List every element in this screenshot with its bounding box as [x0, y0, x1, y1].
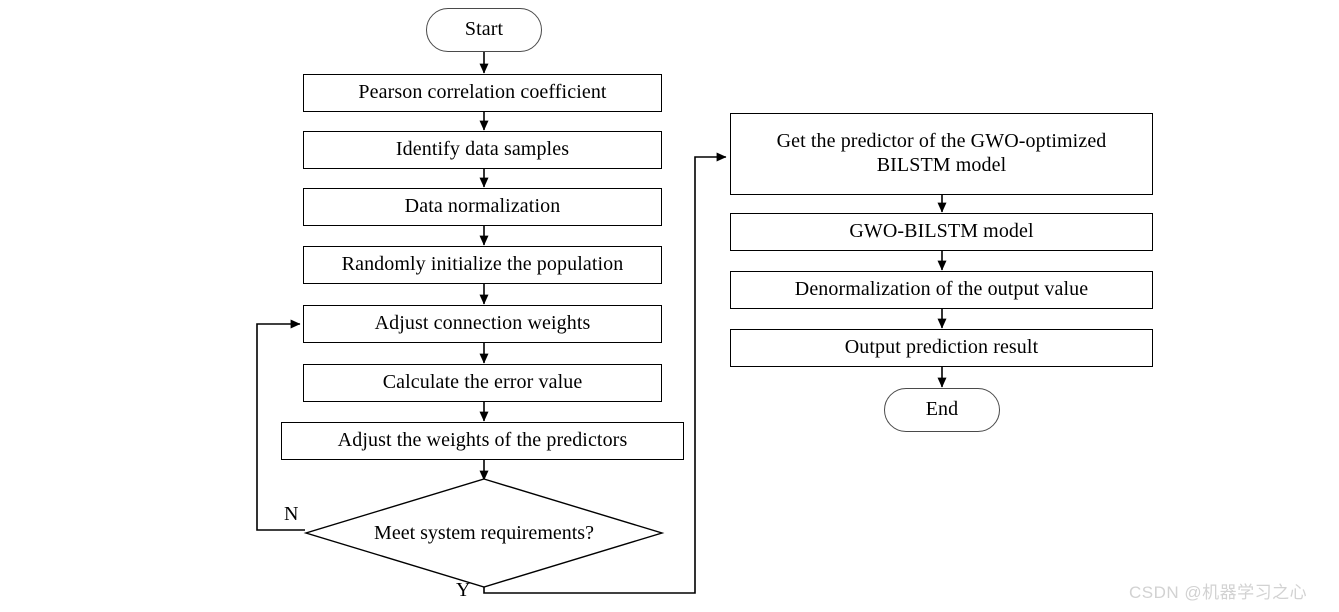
edge-label-yes: Y	[456, 580, 470, 600]
node-randomly-initialize-population[interactable]: Randomly initialize the population	[303, 246, 662, 284]
node-start-label: Start	[464, 18, 504, 41]
node-get-predictor-gwo-optimized-bilstm[interactable]: Get the predictor of the GWO-optimized B…	[730, 113, 1153, 195]
node-calculate-error-value[interactable]: Calculate the error value	[303, 364, 662, 402]
csdn-watermark-text: CSDN @机器学习之心	[1129, 583, 1308, 602]
node-output-label: Output prediction result	[844, 336, 1039, 359]
node-adjust-predictors-label: Adjust the weights of the predictors	[337, 429, 628, 452]
node-denormalization-output-value[interactable]: Denormalization of the output value	[730, 271, 1153, 309]
edge-label-yes-text: Y	[456, 579, 471, 601]
node-data-normalization[interactable]: Data normalization	[303, 188, 662, 226]
node-normalize-label: Data normalization	[404, 195, 561, 218]
node-output-prediction-result[interactable]: Output prediction result	[730, 329, 1153, 367]
node-identify-label: Identify data samples	[395, 138, 570, 161]
edge-label-no: N	[284, 504, 298, 524]
node-adjust-weights-of-predictors[interactable]: Adjust the weights of the predictors	[281, 422, 684, 460]
node-decision-meet-system-requirements[interactable]: Meet system requirements?	[303, 478, 665, 588]
node-pearson-correlation[interactable]: Pearson correlation coefficient	[303, 74, 662, 112]
csdn-watermark: CSDN @机器学习之心	[1129, 578, 1307, 603]
node-get-predictor-label: Get the predictor of the GWO-optimized B…	[776, 130, 1107, 176]
node-identify-data-samples[interactable]: Identify data samples	[303, 131, 662, 169]
node-gwo-bilstm-label: GWO-BILSTM model	[849, 220, 1034, 243]
node-adjust-connection-weights[interactable]: Adjust connection weights	[303, 305, 662, 343]
edge-label-no-text: N	[284, 503, 299, 525]
node-decision-label: Meet system requirements?	[374, 521, 594, 544]
flowchart-canvas: Start Pearson correlation coefficient Id…	[0, 0, 1339, 612]
node-end[interactable]: End	[884, 388, 1000, 432]
node-adjust-connection-label: Adjust connection weights	[374, 312, 591, 335]
node-pearson-label: Pearson correlation coefficient	[358, 81, 607, 104]
node-gwo-bilstm-model[interactable]: GWO-BILSTM model	[730, 213, 1153, 251]
node-end-label: End	[925, 398, 959, 421]
node-start[interactable]: Start	[426, 8, 542, 52]
node-denormalize-label: Denormalization of the output value	[794, 278, 1089, 301]
node-calc-error-label: Calculate the error value	[382, 371, 583, 394]
node-init-population-label: Randomly initialize the population	[341, 253, 624, 276]
